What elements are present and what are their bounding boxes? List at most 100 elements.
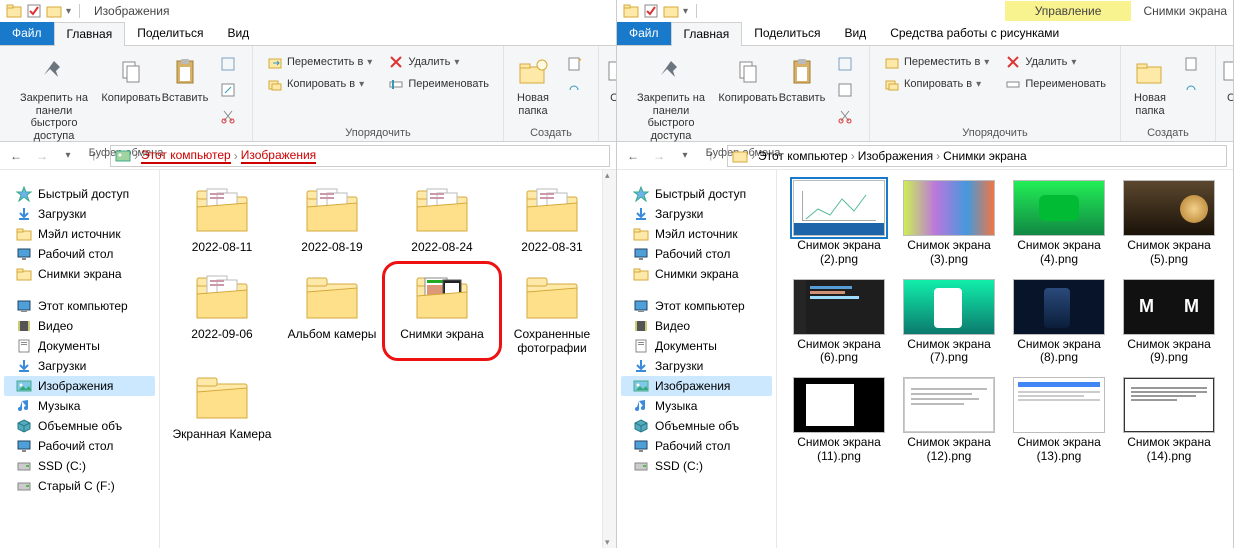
copyto-button[interactable]: Копировать в ▾	[880, 74, 993, 94]
properties-button[interactable]: С	[1222, 48, 1234, 109]
tree-node-downloads2[interactable]: Загрузки	[621, 356, 772, 376]
back-button[interactable]: ←	[6, 146, 26, 166]
tree-node-thispc[interactable]: Этот компьютер	[621, 296, 772, 316]
scrollbar[interactable]	[602, 170, 616, 548]
new-item-button[interactable]	[560, 52, 588, 76]
tree-node-downloads2[interactable]: Загрузки	[4, 356, 155, 376]
bc-pc[interactable]: Этот компьютер	[758, 149, 848, 163]
file-item[interactable]: Снимок экрана (5).png	[1117, 180, 1221, 267]
folder-item[interactable]: 2022-08-24	[390, 180, 494, 255]
paste-button[interactable]: Вставить	[160, 48, 210, 109]
bc-pics[interactable]: Изображения	[858, 149, 933, 163]
tab-share[interactable]: Поделиться	[125, 22, 215, 45]
tree-node-desktop2[interactable]: Рабочий стол	[4, 436, 155, 456]
newfolder-button[interactable]: Новая папка	[1127, 48, 1173, 121]
newfolder-button[interactable]: Новая папка	[510, 48, 556, 121]
copy-path-button[interactable]	[214, 52, 242, 76]
context-tab-manage[interactable]: Управление	[1005, 1, 1132, 21]
tab-home[interactable]: Главная	[54, 22, 126, 46]
qat-checkbox-icon[interactable]	[643, 3, 659, 19]
folder-item[interactable]: Снимки экрана	[390, 267, 494, 356]
bc-screens[interactable]: Снимки экрана	[943, 149, 1027, 163]
folder-item[interactable]: 2022-09-06	[170, 267, 274, 356]
forward-button[interactable]: →	[649, 146, 669, 166]
tab-file[interactable]: Файл	[0, 22, 54, 45]
qat-dropdown-icon[interactable]: ▾	[683, 6, 688, 17]
file-item[interactable]: Снимок экрана (13).png	[1007, 377, 1111, 464]
tree-node-documents[interactable]: Документы	[621, 336, 772, 356]
delete-button[interactable]: Удалить ▾	[1001, 52, 1110, 72]
qat-folder-icon[interactable]	[663, 3, 679, 19]
history-dropdown[interactable]: ▾	[58, 146, 78, 166]
tree-node-screens[interactable]: Снимки экрана	[4, 264, 155, 284]
easy-access-button[interactable]	[560, 78, 588, 102]
file-item[interactable]: Снимок экрана (11).png	[787, 377, 891, 464]
folder-item[interactable]: 2022-08-19	[280, 180, 384, 255]
tab-home[interactable]: Главная	[671, 22, 743, 46]
copy-button[interactable]: Копировать	[719, 48, 777, 109]
tab-share[interactable]: Поделиться	[742, 22, 832, 45]
tab-view[interactable]: Вид	[832, 22, 878, 45]
tree-node-documents[interactable]: Документы	[4, 336, 155, 356]
tree-node-desktop2[interactable]: Рабочий стол	[621, 436, 772, 456]
tree-node-images[interactable]: Изображения	[621, 376, 772, 396]
copyto-button[interactable]: Копировать в ▾	[263, 74, 376, 94]
file-item[interactable]: MMСнимок экрана (9).png	[1117, 279, 1221, 366]
copy-path-button[interactable]	[831, 52, 859, 76]
pin-button[interactable]: Закрепить на панели быстрого доступа	[623, 48, 719, 147]
file-item[interactable]: Снимок экрана (14).png	[1117, 377, 1221, 464]
tab-picture-tools[interactable]: Средства работы с рисунками	[878, 22, 1071, 45]
moveto-button[interactable]: Переместить в ▾	[880, 52, 993, 72]
qat-folder-icon[interactable]	[46, 3, 62, 19]
file-item[interactable]: Снимок экрана (7).png	[897, 279, 1001, 366]
file-item[interactable]: Снимок экрана (4).png	[1007, 180, 1111, 267]
tree-node-screens[interactable]: Снимки экрана	[621, 264, 772, 284]
tree-node-desktop[interactable]: Рабочий стол	[621, 244, 772, 264]
tree-node-old[interactable]: Старый С (F:)	[4, 476, 155, 496]
tree-node-videos[interactable]: Видео	[4, 316, 155, 336]
file-item[interactable]: Снимок экрана (12).png	[897, 377, 1001, 464]
file-item[interactable]: Снимок экрана (8).png	[1007, 279, 1111, 366]
folder-item[interactable]: 2022-08-31	[500, 180, 604, 255]
cut-button[interactable]	[214, 104, 242, 128]
folder-item[interactable]: 2022-08-11	[170, 180, 274, 255]
back-button[interactable]: ←	[623, 146, 643, 166]
new-item-button[interactable]	[1177, 52, 1205, 76]
tab-view[interactable]: Вид	[215, 22, 261, 45]
tree-node-ssd[interactable]: SSD (C:)	[4, 456, 155, 476]
moveto-button[interactable]: Переместить в ▾	[263, 52, 376, 72]
tree-node-downloads[interactable]: Загрузки	[4, 204, 155, 224]
qat-checkbox-icon[interactable]	[26, 3, 42, 19]
tree-node-images[interactable]: Изображения	[4, 376, 155, 396]
rename-button[interactable]: Переименовать	[384, 74, 493, 94]
folder-item[interactable]: Сохраненные фотографии	[500, 267, 604, 356]
tree-node-mail[interactable]: Мэйл источник	[4, 224, 155, 244]
tree-node-desktop[interactable]: Рабочий стол	[4, 244, 155, 264]
file-item[interactable]: Снимок экрана (3).png	[897, 180, 1001, 267]
content-area[interactable]: Снимок экрана (2).pngСнимок экрана (3).p…	[777, 170, 1233, 548]
delete-button[interactable]: Удалить ▾	[384, 52, 493, 72]
copy-button[interactable]: Копировать	[102, 48, 160, 109]
tree-node-mail[interactable]: Мэйл источник	[621, 224, 772, 244]
tree-node-volumes[interactable]: Объемные объ	[4, 416, 155, 436]
tree-node-quick[interactable]: Быстрый доступ	[621, 184, 772, 204]
properties-button[interactable]: Св	[605, 48, 617, 109]
forward-button[interactable]: →	[32, 146, 52, 166]
folder-item[interactable]: Альбом камеры	[280, 267, 384, 356]
tree-node-music[interactable]: Музыка	[621, 396, 772, 416]
tree-node-quick[interactable]: Быстрый доступ	[4, 184, 155, 204]
file-item[interactable]: Снимок экрана (2).png	[787, 180, 891, 267]
pin-button[interactable]: Закрепить на панели быстрого доступа	[6, 48, 102, 147]
tree-node-downloads[interactable]: Загрузки	[621, 204, 772, 224]
bc-pc[interactable]: Этот компьютер	[141, 148, 231, 164]
history-dropdown[interactable]: ▾	[675, 146, 695, 166]
breadcrumb[interactable]: › Этот компьютер › Изображения › Снимки …	[727, 145, 1227, 167]
content-area[interactable]: 2022-08-112022-08-192022-08-242022-08-31…	[160, 170, 616, 548]
tree-node-videos[interactable]: Видео	[621, 316, 772, 336]
cut-button[interactable]	[831, 104, 859, 128]
tree-node-ssd[interactable]: SSD (C:)	[621, 456, 772, 476]
tree-node-music[interactable]: Музыка	[4, 396, 155, 416]
up-button[interactable]: ↑	[84, 146, 104, 166]
tab-file[interactable]: Файл	[617, 22, 671, 45]
up-button[interactable]: ↑	[701, 146, 721, 166]
